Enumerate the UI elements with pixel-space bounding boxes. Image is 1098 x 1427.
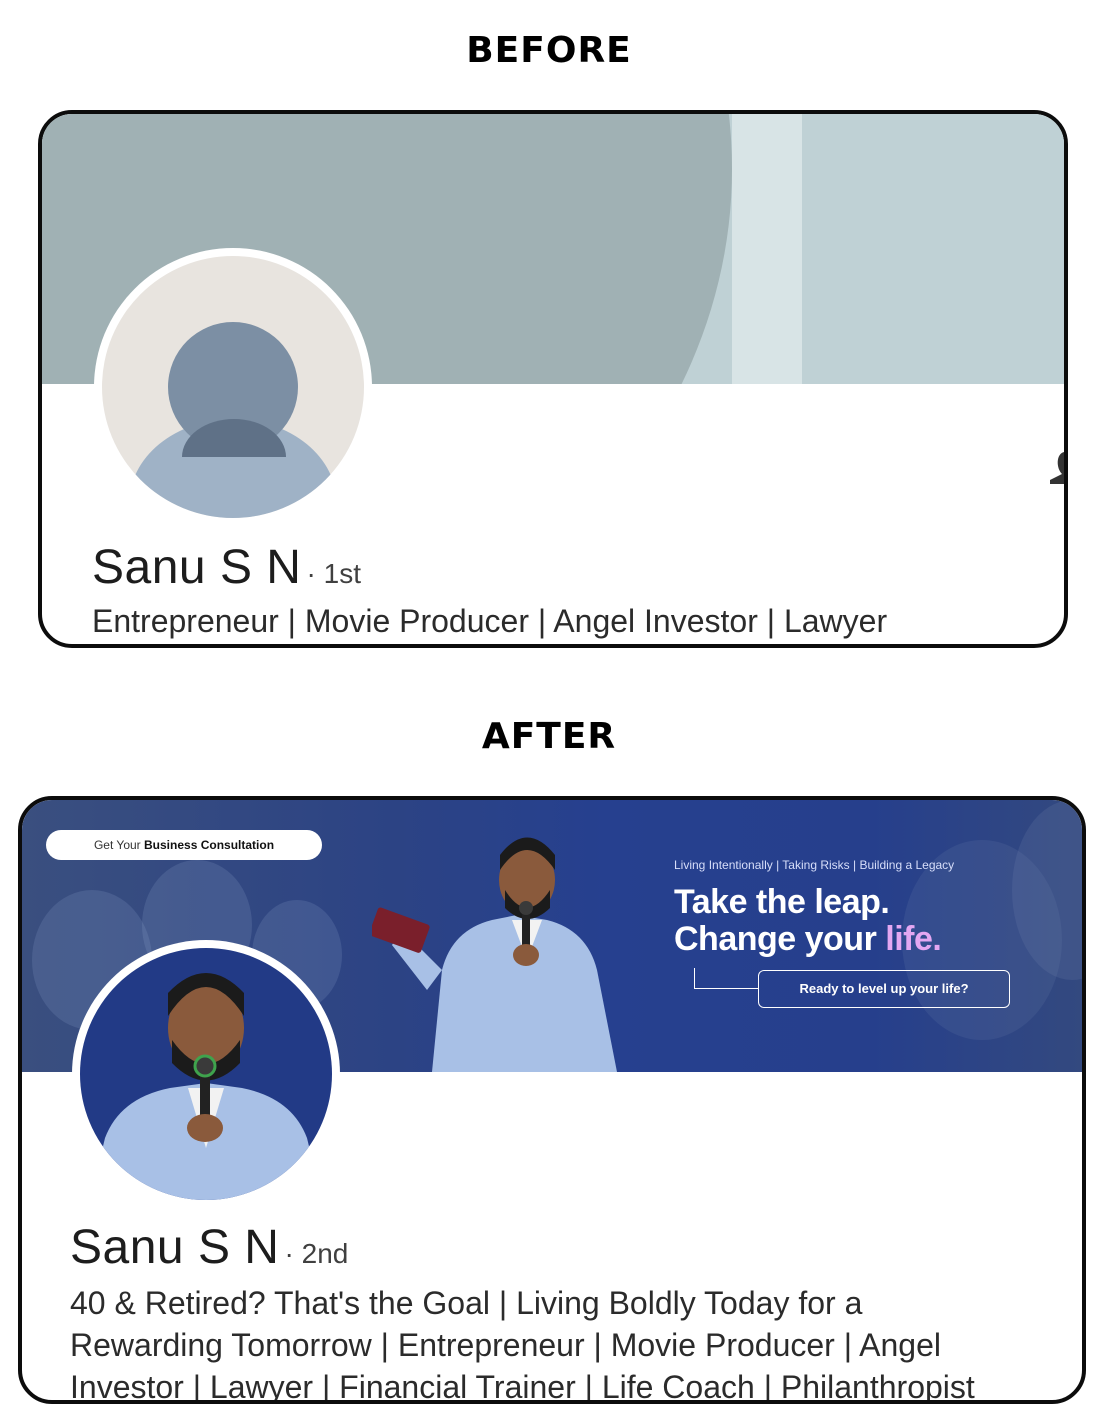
partial-icon <box>1050 452 1064 484</box>
profile-photo[interactable] <box>72 940 340 1208</box>
default-avatar[interactable] <box>94 248 372 526</box>
before-heading: BEFORE <box>466 30 632 71</box>
after-profile-card: Get Your Business Consultation Living In… <box>18 796 1086 1404</box>
banner-tagline: Living Intentionally | Taking Risks | Bu… <box>674 858 955 872</box>
profile-name-row: Sanu S N · 1st <box>92 540 361 595</box>
pill-bold-text: Business Consultation <box>144 838 275 852</box>
cta-connector-line <box>694 968 759 989</box>
business-consultation-pill[interactable]: Get Your Business Consultation <box>46 830 322 860</box>
profile-name-row: Sanu S N · 2nd <box>70 1220 348 1275</box>
speaker-photo <box>372 837 617 1072</box>
pill-prefix: Get Your <box>93 838 141 852</box>
connection-degree: · 2nd <box>284 1238 349 1269</box>
banner-line-1: Take the leap. <box>674 883 890 921</box>
banner-line-2: Change your life. <box>674 920 942 958</box>
profile-headline: Entrepreneur | Movie Producer | Angel In… <box>92 603 888 639</box>
headline-line: 40 & Retired? That's the Goal | Living B… <box>70 1285 863 1321</box>
profile-name[interactable]: Sanu S N <box>92 541 301 594</box>
profile-photo-image <box>90 973 322 1200</box>
connection-degree: · 1st <box>306 558 362 589</box>
level-up-button[interactable]: Ready to level up your life? <box>758 970 1010 1008</box>
banner-headline: Take the leap. Change your life. <box>674 883 942 958</box>
banner-accent-word: life. <box>885 920 942 958</box>
profile-name[interactable]: Sanu S N <box>70 1221 279 1274</box>
after-heading: AFTER <box>481 716 617 757</box>
before-profile-card: Sanu S N · 1st Entrepreneur | Movie Prod… <box>38 110 1068 648</box>
profile-headline: 40 & Retired? That's the Goal | Living B… <box>70 1282 1080 1404</box>
headline-line: Rewarding Tomorrow | Entrepreneur | Movi… <box>70 1327 941 1363</box>
headline-line: Investor | Lawyer | Financial Trainer | … <box>70 1369 975 1404</box>
